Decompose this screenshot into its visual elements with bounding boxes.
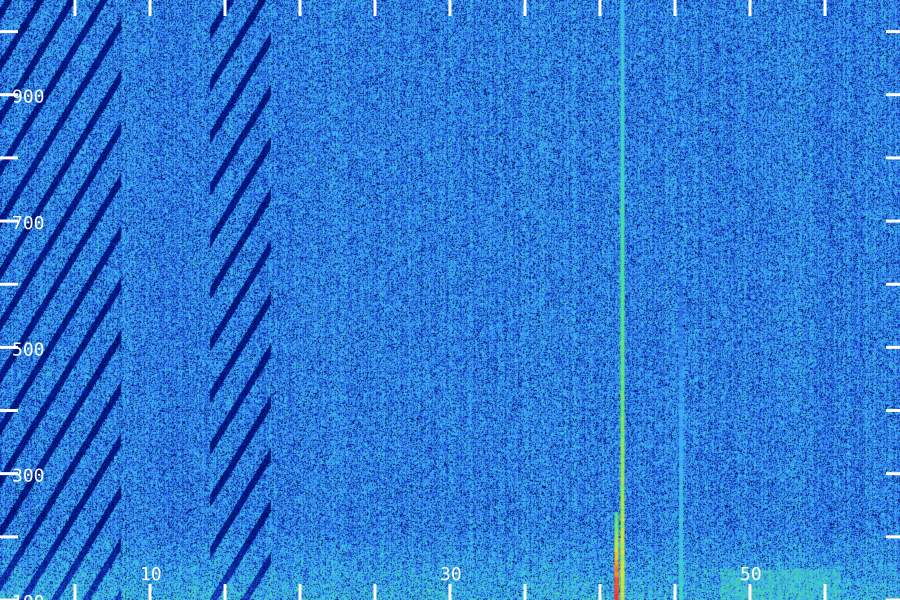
y-ticks-left: [0, 30, 18, 600]
y-tick-label: 900: [12, 87, 45, 108]
y-tick-labels: 100 300 500 700 900: [12, 87, 45, 600]
spectrogram-axes: 10 30 50 100 300 500 700 900: [0, 0, 900, 600]
y-ticks-right: [886, 30, 900, 600]
y-tick-label: 500: [12, 339, 45, 360]
x-tick-label: 50: [740, 564, 762, 585]
y-tick-label: 300: [12, 466, 45, 487]
y-tick-label: 700: [12, 213, 45, 234]
x-ticks-bottom: [73, 584, 827, 600]
y-tick-label: 100: [12, 592, 45, 600]
x-tick-label: 30: [440, 564, 462, 585]
x-tick-label: 10: [140, 564, 162, 585]
x-tick-labels: 10 30 50: [140, 564, 762, 585]
x-ticks-top: [73, 0, 827, 16]
